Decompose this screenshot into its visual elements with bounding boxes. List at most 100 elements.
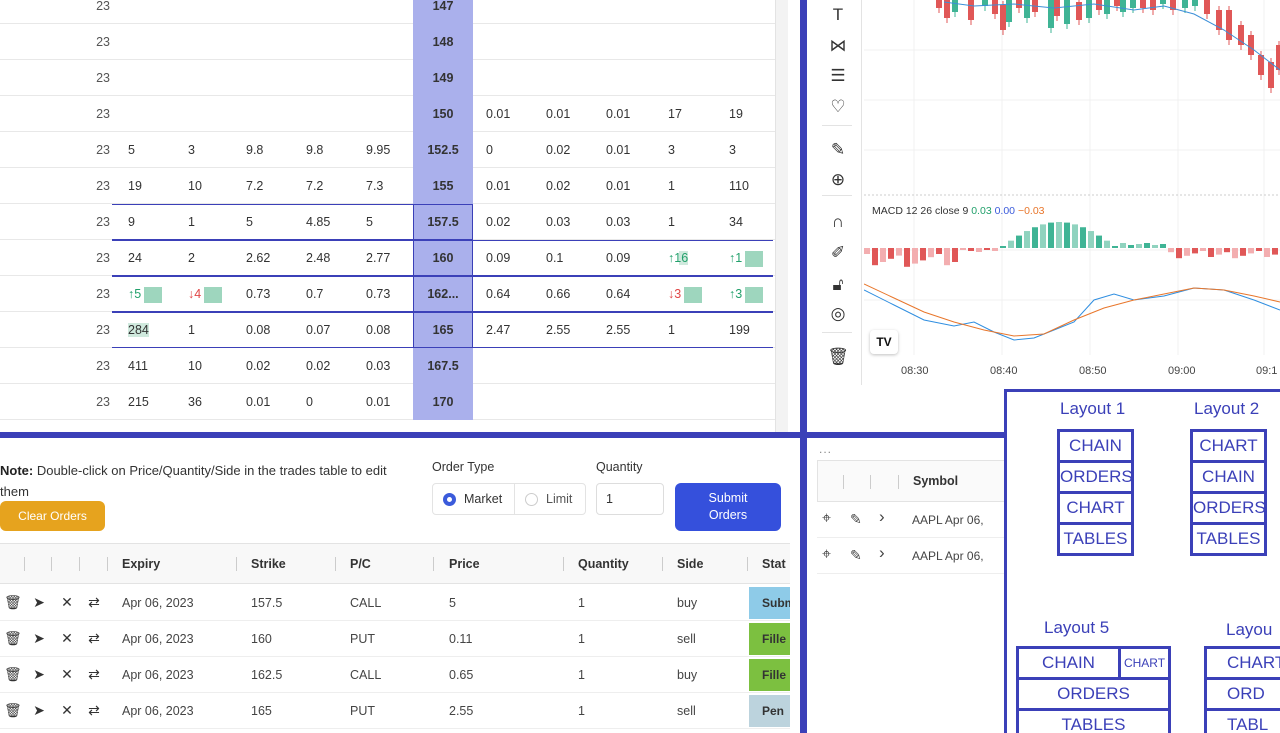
chain-row[interactable]: 23 167.5 411 10 0.02 0.02 0.03 (0, 348, 775, 384)
chain-cell[interactable]: 0 (306, 384, 313, 420)
col-pc[interactable]: P/C (350, 544, 371, 584)
edit-icon[interactable]: ✎ (850, 511, 862, 528)
cancel-icon[interactable]: ✕ (59, 702, 75, 718)
chain-cell[interactable]: 19 (729, 96, 743, 132)
column-separator[interactable] (24, 557, 25, 571)
layout-box-tables[interactable]: TABLES (1016, 708, 1171, 733)
col-strike[interactable]: Strike (251, 544, 286, 584)
chain-cell[interactable]: 0.02 (546, 132, 570, 168)
strike-cell[interactable]: 157.5 (413, 204, 473, 240)
order-side[interactable]: buy (677, 585, 697, 621)
chain-cell[interactable]: 0.01 (606, 96, 630, 132)
send-icon[interactable]: ➤ (31, 630, 47, 646)
chain-cell[interactable]: 0.01 (366, 384, 390, 420)
chain-cell[interactable]: 19 (128, 168, 142, 204)
chain-cell[interactable]: 1 (668, 204, 675, 240)
chain-cell[interactable]: 0.01 (606, 168, 630, 204)
layout-box-chain[interactable]: CHAIN (1190, 460, 1267, 494)
chain-cell[interactable]: 9.8 (306, 132, 323, 168)
replace-icon[interactable]: ⇄ (86, 594, 102, 610)
chain-cell[interactable]: ↑3 (729, 276, 764, 312)
layout-box-ord[interactable]: ORD (1204, 677, 1280, 711)
order-qty[interactable]: 1 (578, 657, 585, 693)
column-separator[interactable] (662, 557, 663, 571)
chain-cell[interactable]: 0.64 (486, 276, 510, 312)
col-quantity[interactable]: Quantity (578, 544, 629, 584)
ruler-icon[interactable]: ✎ (826, 138, 850, 162)
chain-cell[interactable]: 0.02 (546, 168, 570, 204)
column-separator[interactable] (870, 475, 871, 489)
chain-row[interactable]: 23 165 284 1 0.08 0.07 0.08 2.47 2.55 2.55 1 199 (0, 312, 775, 348)
market-radio[interactable]: Market (433, 484, 515, 514)
column-separator[interactable] (335, 557, 336, 571)
chain-row[interactable]: 23 162... ↑5 ↓4 0.73 0.7 0.73 0.64 0.66 0.64 ↓3 ↑3 (0, 276, 775, 312)
eye-icon[interactable]: ◎ (826, 302, 850, 326)
column-separator[interactable] (236, 557, 237, 571)
chain-cell[interactable]: 1 (188, 204, 195, 240)
limit-radio-dot[interactable] (525, 493, 538, 506)
order-side[interactable]: sell (677, 693, 696, 729)
order-price[interactable]: 0.65 (449, 657, 473, 693)
chain-cell[interactable]: 0.03 (546, 204, 570, 240)
order-row[interactable]: 🗑︎ ➤ ✕ ⇄ Apr 06, 2023 165 PUT 2.55 1 sell Pen (0, 693, 790, 729)
column-separator[interactable] (107, 557, 108, 571)
layout-box-chart[interactable]: CHART (1204, 646, 1280, 680)
column-separator[interactable] (433, 557, 434, 571)
chain-cell[interactable]: 0.02 (246, 348, 270, 384)
chain-cell[interactable]: 284 (128, 312, 149, 348)
layout-box-tables[interactable]: TABLES (1190, 522, 1267, 556)
chain-cell[interactable]: 9.95 (366, 132, 390, 168)
chain-cell[interactable]: 0.09 (486, 240, 510, 276)
delete-icon[interactable]: 🗑︎ (4, 630, 22, 646)
order-price[interactable]: 5 (449, 585, 456, 621)
crosshair-icon[interactable]: ⌖ (822, 510, 831, 528)
chain-cell[interactable]: 17 (668, 96, 682, 132)
cancel-icon[interactable]: ✕ (59, 666, 75, 682)
chain-row[interactable]: 23 149 (0, 60, 775, 96)
layout-box-orders[interactable]: ORDERS (1057, 460, 1134, 494)
strike-cell[interactable]: 155 (413, 168, 473, 204)
chain-cell[interactable]: 34 (729, 204, 743, 240)
chain-cell[interactable]: 36 (188, 384, 202, 420)
market-radio-dot[interactable] (443, 493, 456, 506)
chain-cell[interactable]: 0.66 (546, 276, 570, 312)
strike-cell[interactable]: 170 (413, 384, 473, 420)
clear-orders-button[interactable]: Clear Orders (0, 501, 105, 531)
expand-chevron-icon[interactable]: › (879, 543, 885, 563)
layout-box-chart[interactable]: CHART (1190, 429, 1267, 463)
chain-cell[interactable]: 215 (128, 384, 149, 420)
chain-row[interactable]: 23 148 (0, 24, 775, 60)
chain-cell[interactable]: 0.02 (486, 204, 510, 240)
chain-cell[interactable]: 0.73 (246, 276, 270, 312)
chain-cell[interactable]: 0.01 (246, 384, 270, 420)
order-row[interactable]: 🗑︎ ➤ ✕ ⇄ Apr 06, 2023 162.5 CALL 0.65 1 buy Fille (0, 657, 790, 693)
strike-cell[interactable]: 149 (413, 60, 473, 96)
strike-cell[interactable]: 160 (413, 240, 473, 276)
delete-icon[interactable]: 🗑︎ (4, 666, 22, 682)
chain-row[interactable]: 23 170 215 36 0.01 0 0.01 (0, 384, 775, 420)
chain-cell[interactable]: 9 (128, 204, 135, 240)
replace-icon[interactable]: ⇄ (86, 630, 102, 646)
chain-cell[interactable]: 1 (668, 312, 675, 348)
strike-cell[interactable]: 147 (413, 0, 473, 24)
layout-box-chain[interactable]: CHAIN (1057, 429, 1134, 463)
chain-cell[interactable]: 3 (729, 132, 736, 168)
order-qty[interactable]: 1 (578, 621, 585, 657)
chain-row[interactable]: 23 157.5 9 1 5 4.85 5 0.02 0.03 0.03 1 34 (0, 204, 775, 240)
fib-icon[interactable]: ☰ (826, 64, 850, 88)
chain-row[interactable]: 23 160 24 2 2.62 2.48 2.77 0.09 0.1 0.09 ↑16 ↑1 (0, 240, 775, 276)
order-side[interactable]: buy (677, 657, 697, 693)
order-row[interactable]: 🗑︎ ➤ ✕ ⇄ Apr 06, 2023 157.5 CALL 5 1 buy Subm (0, 585, 790, 621)
chain-cell[interactable]: 0.7 (306, 276, 323, 312)
order-qty[interactable]: 1 (578, 693, 585, 729)
chain-cell[interactable]: 5 (246, 204, 253, 240)
chart-canvas[interactable] (863, 0, 1280, 385)
layout-box-orders[interactable]: ORDERS (1016, 677, 1171, 711)
chain-row[interactable]: 23 155 19 10 7.2 7.2 7.3 0.01 0.02 0.01 1 110 (0, 168, 775, 204)
chain-cell[interactable]: 7.2 (246, 168, 263, 204)
trash-icon[interactable]: 🗑︎ (826, 345, 850, 369)
chain-cell[interactable]: 0.01 (486, 96, 510, 132)
chain-cell[interactable]: 2.77 (366, 240, 390, 276)
chain-cell[interactable]: 0.64 (606, 276, 630, 312)
text-icon[interactable]: T (826, 3, 850, 27)
